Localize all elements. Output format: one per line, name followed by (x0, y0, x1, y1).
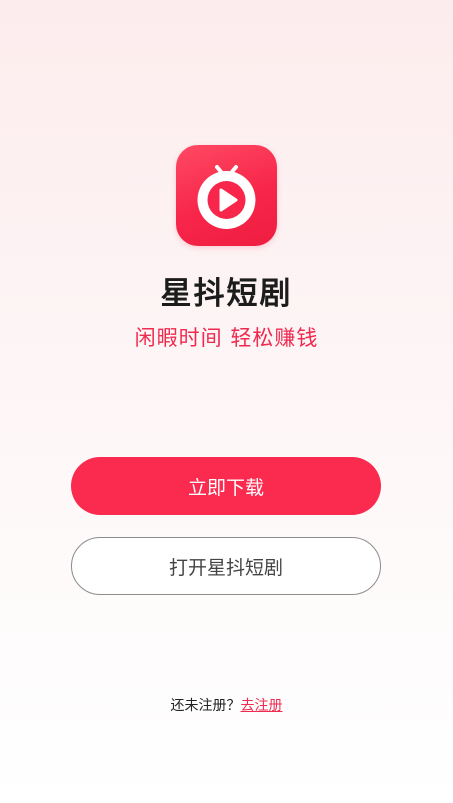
app-title: 星抖短剧 (160, 276, 293, 312)
register-prompt: 还未注册？ (170, 698, 241, 714)
play-clock-icon (197, 165, 256, 229)
register-row: 还未注册？去注册 (0, 695, 453, 715)
app-logo (176, 145, 277, 246)
register-link[interactable]: 去注册 (241, 698, 283, 714)
download-button[interactable]: 立即下载 (71, 457, 381, 515)
app-slogan: 闲暇时间 轻松赚钱 (134, 326, 319, 350)
open-app-button[interactable]: 打开星抖短剧 (71, 537, 381, 595)
